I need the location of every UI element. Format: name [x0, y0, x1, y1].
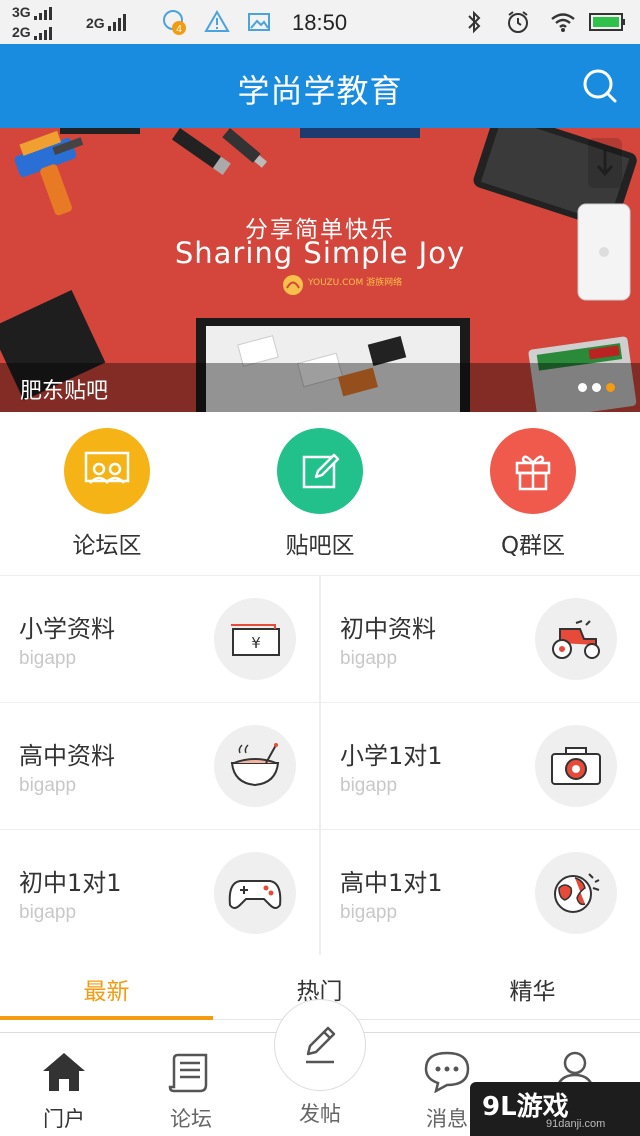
grid-item-title: 小学1对1	[340, 742, 443, 770]
tractor-icon	[535, 598, 617, 680]
sim1-label: 3G	[12, 4, 31, 20]
nav-home[interactable]: 门户	[9, 1049, 119, 1133]
gamepad-icon	[214, 852, 296, 934]
grid-item-title: 初中1对1	[19, 869, 122, 897]
sim2-label: 2G	[12, 24, 31, 40]
battery-icon	[588, 8, 628, 36]
carousel-dot[interactable]	[578, 383, 587, 392]
camera-icon	[535, 725, 617, 807]
sim3-label: 2G	[86, 15, 105, 31]
banner-caption-bar: 肥东贴吧	[0, 363, 640, 412]
banner-logo-icon	[283, 275, 303, 295]
sim1-signal: 3G	[12, 4, 54, 20]
tab-latest[interactable]: 最新	[0, 972, 213, 1006]
bowl-icon	[214, 725, 296, 807]
ticket-yen-icon: ¥	[214, 598, 296, 680]
nav-label: 论坛	[170, 1107, 212, 1131]
page-title: 学尚学教育	[237, 72, 403, 110]
grid-item-title: 高中1对1	[340, 869, 443, 897]
warning-icon	[202, 8, 232, 36]
search-button[interactable]	[580, 66, 620, 106]
quick-link-label: 贴吧区	[285, 533, 355, 559]
grid-item[interactable]: 高中资料 bigapp	[0, 703, 319, 829]
grid-item[interactable]: 小学1对1 bigapp	[321, 703, 640, 829]
banner-carousel[interactable]: 分享简单快乐 Sharing Simple Joy YOUZU.COM 游族网络…	[0, 128, 640, 412]
sim3-signal: 2G	[86, 14, 128, 31]
grid-item-subtitle: bigapp	[340, 648, 398, 669]
grid-item-subtitle: bigapp	[19, 902, 77, 923]
quick-link-qgroup[interactable]: Q群区	[448, 428, 618, 560]
quick-link-label: 论坛区	[72, 533, 142, 559]
search-icon	[583, 69, 617, 103]
notification-badge: 4	[176, 24, 182, 35]
grid-item[interactable]: 初中资料 bigapp	[321, 576, 640, 702]
grid-item-subtitle: bigapp	[19, 648, 77, 669]
nav-forum[interactable]: 论坛	[136, 1049, 246, 1133]
tab-indicator	[0, 1016, 213, 1020]
nav-label: 发帖	[299, 1102, 341, 1126]
tab-featured[interactable]: 精华	[426, 972, 639, 1006]
grid-item[interactable]: 初中1对1 bigapp	[0, 830, 319, 956]
nav-label: 门户	[43, 1107, 85, 1131]
svg-text:¥: ¥	[251, 634, 261, 652]
grid-item-subtitle: bigapp	[19, 775, 77, 796]
gallery-icon	[244, 8, 274, 36]
grid-item[interactable]: 高中1对1 bigapp	[321, 830, 640, 956]
gift-icon	[490, 428, 576, 514]
grid-item-subtitle: bigapp	[340, 775, 398, 796]
sim2-signal: 2G	[12, 24, 54, 40]
app-header: 学尚学教育	[0, 44, 640, 128]
watermark: 9L游戏 91danji.com	[470, 1082, 640, 1136]
banner-logo-text: YOUZU.COM 游族网络	[308, 278, 403, 288]
post-button[interactable]	[274, 999, 366, 1091]
banner-caption: 肥东贴吧	[20, 379, 109, 404]
edit-icon	[277, 428, 363, 514]
carousel-dot[interactable]	[592, 383, 601, 392]
scroll-icon	[168, 1053, 208, 1093]
quick-link-tieba[interactable]: 贴吧区	[235, 428, 405, 560]
banner-headline-en: Sharing Simple Joy	[174, 236, 466, 270]
home-icon	[43, 1053, 85, 1091]
people-board-icon	[64, 428, 150, 514]
grid-item[interactable]: 小学资料 bigapp ¥	[0, 576, 319, 702]
clock: 18:50	[292, 10, 348, 35]
carousel-dot-active[interactable]	[606, 383, 615, 392]
grid-item-title: 小学资料	[19, 615, 115, 643]
bluetooth-icon	[462, 8, 486, 36]
grid-item-title: 初中资料	[340, 615, 436, 643]
pen-icon	[306, 1026, 336, 1064]
watermark-sub: 91danji.com	[546, 1118, 606, 1130]
chat-icon	[424, 1051, 470, 1094]
wifi-icon	[548, 8, 578, 36]
quick-link-forum[interactable]: 论坛区	[22, 428, 192, 560]
alarm-icon	[504, 8, 532, 36]
grid-item-title: 高中资料	[19, 742, 115, 770]
status-bar: 3G 2G 2G 4 18:50	[0, 0, 640, 44]
globe-icon	[535, 852, 617, 934]
category-grid: 小学资料 bigapp ¥ 初中资料 bigapp 高中资料 bigapp 小学…	[0, 575, 640, 956]
quick-link-label: Q群区	[500, 533, 566, 559]
notification-icon: 4	[160, 8, 190, 36]
grid-item-subtitle: bigapp	[340, 902, 398, 923]
